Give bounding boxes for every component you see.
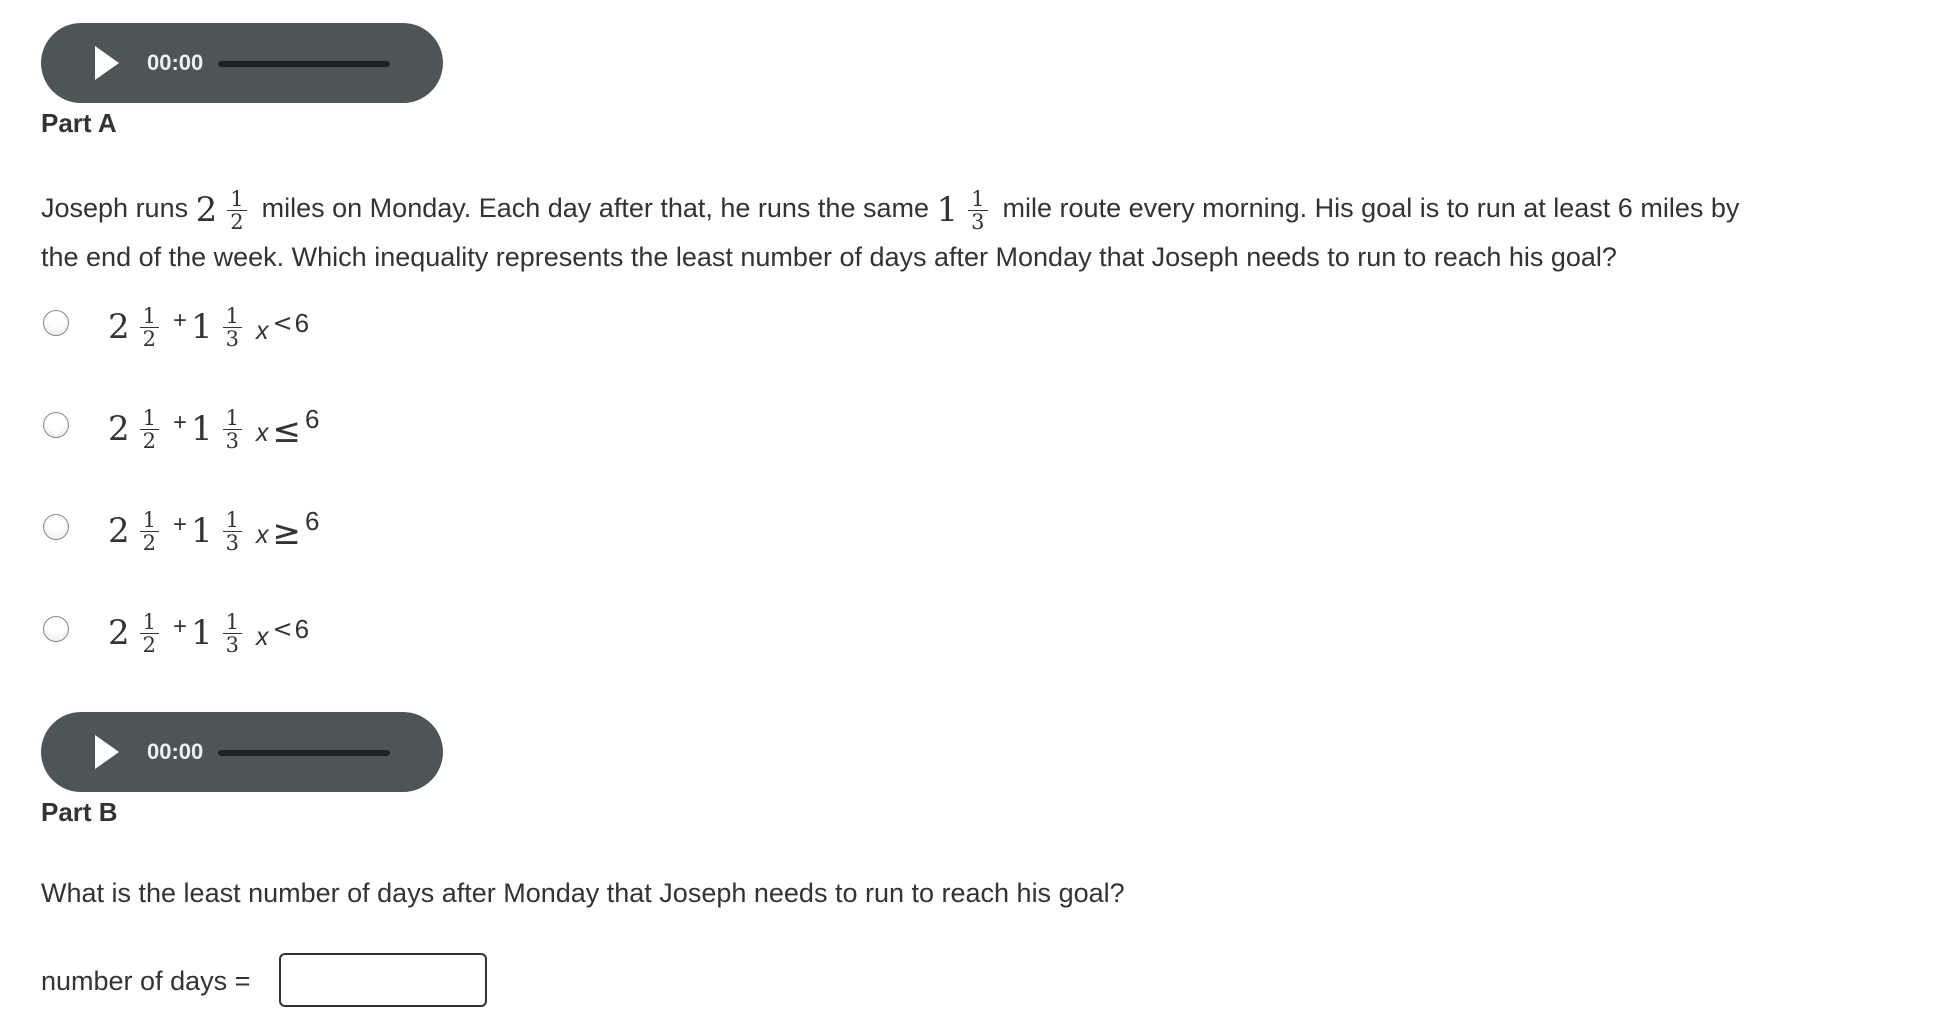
numerator: 1 xyxy=(139,407,160,430)
numerator: 1 xyxy=(968,188,988,211)
mixed-whole: 2 xyxy=(195,190,218,231)
question-text-seg2: miles on Monday. Each day after that, he… xyxy=(261,193,929,223)
radio-button[interactable] xyxy=(43,616,69,642)
mixed-whole: 2 xyxy=(108,409,130,449)
audio-player-part-b: 00:00 xyxy=(41,712,443,792)
radio-button[interactable] xyxy=(43,310,69,336)
numerator: 1 xyxy=(139,305,160,328)
question-text-seg1: Joseph runs xyxy=(41,193,189,223)
mixed-number: 212 xyxy=(108,611,160,657)
play-icon[interactable] xyxy=(95,735,119,769)
denominator: 3 xyxy=(971,209,985,234)
numerator: 1 xyxy=(222,407,243,430)
rhs-value: 6 xyxy=(294,613,310,644)
relation-symbol: ≥ xyxy=(272,513,302,553)
mixed-number: 113 xyxy=(191,509,243,555)
plus-sign: + xyxy=(173,307,188,334)
denominator: 3 xyxy=(225,326,240,351)
mixed-whole: 1 xyxy=(191,307,213,347)
question-text-seg3: mile route every morning. His goal is to… xyxy=(1002,193,1740,223)
mixed-whole: 1 xyxy=(936,190,959,231)
part-b-question: What is the least number of days after M… xyxy=(41,878,1125,908)
mixed-number-2-1-2: 212 xyxy=(196,187,247,233)
variable-x: x xyxy=(256,316,269,345)
fraction: 12 xyxy=(227,188,247,234)
answer-option-4[interactable]: 212 + 113 x < 6 xyxy=(41,603,641,663)
audio-time: 00:00 xyxy=(147,50,204,75)
variable-x: x xyxy=(256,622,269,651)
audio-progress-track[interactable] xyxy=(218,61,390,67)
numerator: 1 xyxy=(222,509,243,532)
mixed-number: 113 xyxy=(191,305,243,351)
option-expression: 212 + 113 x < 6 xyxy=(108,297,309,357)
part-a-question-line2: the end of the week. Which inequality re… xyxy=(41,242,1617,272)
plus-sign: + xyxy=(173,409,188,436)
fraction: 13 xyxy=(222,305,243,351)
mixed-whole: 1 xyxy=(191,409,213,449)
numerator: 1 xyxy=(222,305,243,328)
relation-symbol: ≤ xyxy=(272,411,302,451)
relation-symbol: < xyxy=(272,309,293,337)
mixed-number-1-1-3: 113 xyxy=(937,187,988,233)
denominator: 2 xyxy=(142,428,157,453)
part-b-label: Part B xyxy=(41,797,118,827)
answer-option-3[interactable]: 212 + 113 x ≥ 6 xyxy=(41,501,641,561)
play-icon[interactable] xyxy=(95,46,119,80)
mixed-whole: 2 xyxy=(108,511,130,551)
radio-button[interactable] xyxy=(43,514,69,540)
fraction: 12 xyxy=(139,509,160,555)
rhs-value: 6 xyxy=(305,505,320,536)
denominator: 2 xyxy=(142,530,157,555)
option-expression: 212 + 113 x ≥ 6 xyxy=(108,501,320,561)
plus-sign: + xyxy=(173,613,188,640)
answer-option-1[interactable]: 212 + 113 x < 6 xyxy=(41,297,641,357)
numerator: 1 xyxy=(139,611,160,634)
rhs-value: 6 xyxy=(305,403,320,434)
audio-progress-track[interactable] xyxy=(218,750,390,756)
audio-player-part-a: 00:00 xyxy=(41,23,443,103)
numerator: 1 xyxy=(139,509,160,532)
mixed-number: 113 xyxy=(191,407,243,453)
fraction: 13 xyxy=(222,407,243,453)
variable-x: x xyxy=(256,418,269,447)
option-expression: 212 + 113 x ≤ 6 xyxy=(108,399,320,459)
denominator: 2 xyxy=(142,632,157,657)
part-a-question-line1: Joseph runs 212 miles on Monday. Each da… xyxy=(41,185,1739,233)
fraction: 13 xyxy=(222,509,243,555)
denominator: 2 xyxy=(230,209,244,234)
numerator: 1 xyxy=(227,188,247,211)
mixed-whole: 2 xyxy=(108,613,130,653)
mixed-whole: 2 xyxy=(108,307,130,347)
rhs-value: 6 xyxy=(294,307,310,338)
mixed-number: 212 xyxy=(108,407,160,453)
fraction: 12 xyxy=(139,407,160,453)
fraction: 13 xyxy=(222,611,243,657)
denominator: 2 xyxy=(142,326,157,351)
relation-symbol: < xyxy=(272,615,293,643)
fraction: 12 xyxy=(139,305,160,351)
denominator: 3 xyxy=(225,428,240,453)
mixed-whole: 1 xyxy=(191,613,213,653)
fraction: 12 xyxy=(139,611,160,657)
denominator: 3 xyxy=(225,632,240,657)
mixed-number: 212 xyxy=(108,305,160,351)
answer-label: number of days = xyxy=(41,966,251,996)
numerator: 1 xyxy=(222,611,243,634)
answer-option-2[interactable]: 212 + 113 x ≤ 6 xyxy=(41,399,641,459)
number-of-days-input[interactable] xyxy=(279,953,487,1007)
option-expression: 212 + 113 x < 6 xyxy=(108,603,309,663)
mixed-number: 212 xyxy=(108,509,160,555)
plus-sign: + xyxy=(173,511,188,538)
part-a-label: Part A xyxy=(41,108,117,138)
denominator: 3 xyxy=(225,530,240,555)
fraction: 13 xyxy=(968,188,988,234)
variable-x: x xyxy=(256,520,269,549)
radio-button[interactable] xyxy=(43,412,69,438)
mixed-number: 113 xyxy=(191,611,243,657)
mixed-whole: 1 xyxy=(191,511,213,551)
audio-time: 00:00 xyxy=(147,739,204,764)
